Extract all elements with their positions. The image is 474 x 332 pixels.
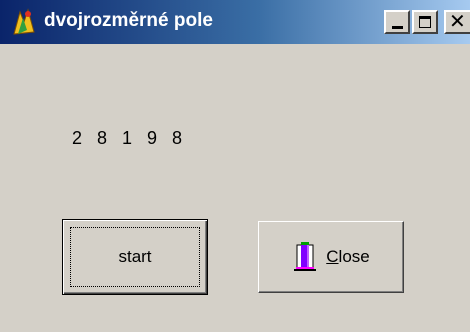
- close-button-label: Close: [326, 247, 370, 266]
- door-exit-icon: [294, 242, 317, 271]
- window-title: dvojrozměrné pole: [44, 10, 213, 31]
- maximize-button[interactable]: [412, 10, 438, 34]
- title-bar[interactable]: dvojrozměrné pole ✕: [0, 0, 470, 44]
- window-close-button[interactable]: ✕: [444, 10, 470, 34]
- minimize-icon: [392, 26, 403, 29]
- close-icon: ✕: [449, 9, 466, 33]
- focus-rectangle: [70, 227, 200, 287]
- maximize-icon: [419, 16, 431, 28]
- app-window: dvojrozměrné pole ✕ 2 8 1 9 8 start Clos…: [0, 0, 470, 332]
- minimize-button[interactable]: [384, 10, 410, 34]
- close-button[interactable]: Close: [258, 221, 404, 293]
- start-button[interactable]: start: [62, 219, 208, 295]
- app-logo-icon: [13, 8, 35, 35]
- output-values: 2 8 1 9 8: [72, 128, 188, 148]
